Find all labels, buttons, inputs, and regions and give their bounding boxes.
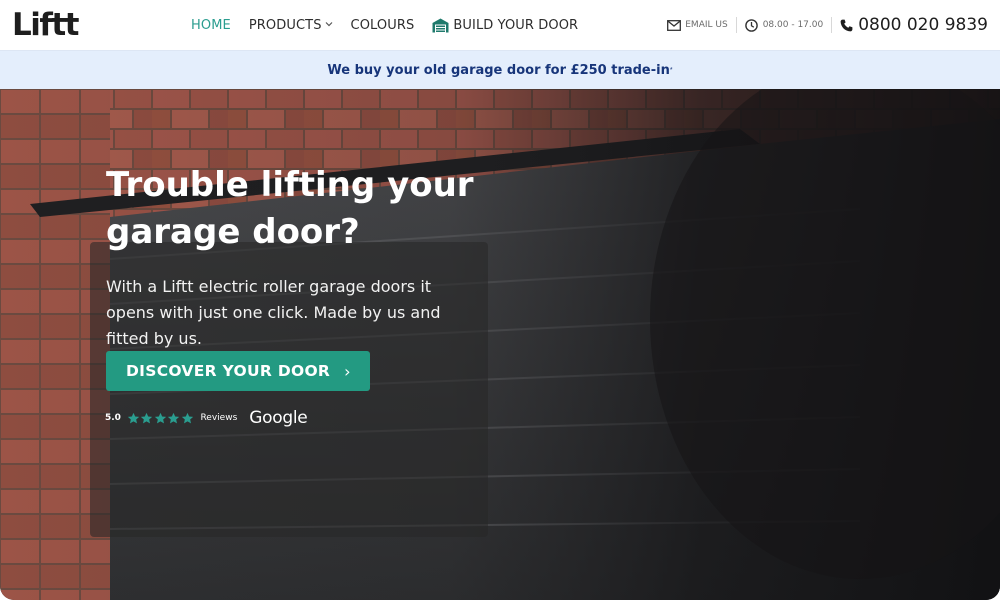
promo-asterisk: * (669, 66, 673, 74)
divider (831, 17, 833, 33)
google-reviews-badge[interactable]: 5.0 Reviews Google (105, 408, 308, 428)
nav-item-colours[interactable]: COLOURS (351, 18, 415, 33)
discover-your-door-button[interactable]: DISCOVER YOUR DOOR › (106, 351, 370, 391)
site-header: Liftt HOME PRODUCTS COLOURS BUILD YOUR D… (0, 0, 1000, 50)
promo-banner[interactable]: We buy your old garage door for £250 tra… (0, 50, 1000, 89)
phone-link[interactable]: 0800 020 9839 (840, 15, 988, 35)
cta-label: DISCOVER YOUR DOOR (126, 362, 331, 380)
chevron-down-icon (325, 20, 333, 30)
contact-bar: EMAIL US 08.00 - 17.00 0800 020 9839 (667, 0, 988, 50)
logo-text: Liftt (12, 7, 80, 43)
main-nav: HOME PRODUCTS COLOURS BUILD YOUR DOOR (191, 0, 596, 50)
star-icon (168, 412, 180, 423)
garage-icon (432, 18, 449, 32)
hero-description: With a Liftt electric roller garage door… (106, 277, 441, 348)
nav-item-colours-label: COLOURS (350, 17, 415, 33)
google-logo: Google (249, 408, 308, 428)
hero-title: Trouble lifting your garage door? (106, 165, 474, 252)
star-icon (181, 412, 194, 423)
rating-value: 5.0 (105, 413, 121, 423)
nav-item-home[interactable]: HOME (191, 18, 231, 33)
nav-item-home-label: HOME (191, 17, 231, 33)
nav-item-products-label: PRODUCTS (248, 17, 322, 33)
opening-hours: 08.00 - 17.00 (744, 18, 824, 32)
hours-text: 08.00 - 17.00 (762, 20, 824, 30)
promo-text: We buy your old garage door for £250 tra… (327, 62, 670, 78)
phone-number: 0800 020 9839 (858, 15, 988, 35)
star-icon (127, 412, 140, 423)
email-label: EMAIL US (685, 20, 728, 30)
star-icon (141, 412, 153, 423)
nav-item-build-your-door[interactable]: BUILD YOUR DOOR (432, 18, 578, 33)
star-icon (154, 412, 167, 423)
page-frame: Liftt HOME PRODUCTS COLOURS BUILD YOUR D… (0, 0, 1000, 600)
star-rating (127, 412, 195, 425)
chevron-right-icon: › (344, 361, 351, 381)
email-link[interactable]: EMAIL US (667, 19, 728, 31)
nav-item-products[interactable]: PRODUCTS (249, 18, 333, 33)
nav-item-build-label: BUILD YOUR DOOR (453, 17, 579, 33)
mail-icon (667, 19, 682, 31)
logo[interactable]: Liftt (12, 6, 80, 44)
reviews-label: Reviews (200, 413, 238, 423)
clock-icon (744, 18, 758, 32)
phone-icon (840, 19, 853, 31)
divider (735, 17, 737, 33)
